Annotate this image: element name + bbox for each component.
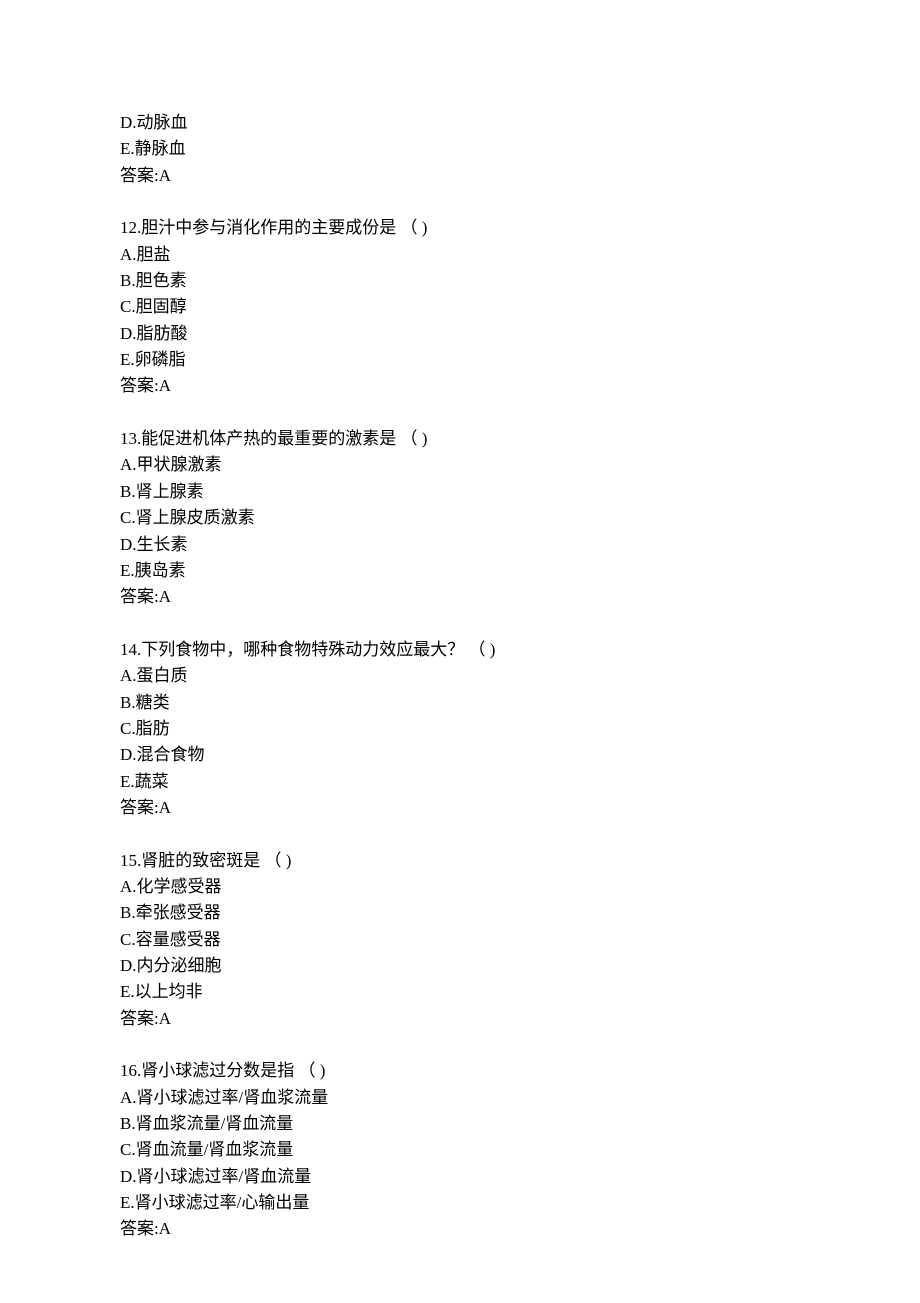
text-line: E.静脉血 <box>120 136 800 162</box>
text-line: 16.肾小球滤过分数是指 （ ) <box>120 1058 800 1084</box>
text-line: A.甲状腺激素 <box>120 452 800 478</box>
text-line: A.蛋白质 <box>120 663 800 689</box>
text-line: A.胆盐 <box>120 242 800 268</box>
text-line: B.牵张感受器 <box>120 900 800 926</box>
text-line <box>120 400 800 426</box>
text-line: D.内分泌细胞 <box>120 953 800 979</box>
text-line: D.肾小球滤过率/肾血流量 <box>120 1164 800 1190</box>
text-line: 答案:A <box>120 1006 800 1032</box>
text-line <box>120 189 800 215</box>
text-line: C.容量感受器 <box>120 927 800 953</box>
text-line: 14.下列食物中，哪种食物特殊动力效应最大？ （ ) <box>120 637 800 663</box>
text-line: E.以上均非 <box>120 979 800 1005</box>
text-line <box>120 821 800 847</box>
text-line: 12.胆汁中参与消化作用的主要成份是 （ ) <box>120 215 800 241</box>
text-line: 答案:A <box>120 373 800 399</box>
text-line: B.胆色素 <box>120 268 800 294</box>
text-line: E.卵磷脂 <box>120 347 800 373</box>
text-line <box>120 611 800 637</box>
content-body: D.动脉血E.静脉血答案:A 12.胆汁中参与消化作用的主要成份是 （ )A.胆… <box>120 110 800 1243</box>
text-line: A.化学感受器 <box>120 874 800 900</box>
text-line: C.胆固醇 <box>120 294 800 320</box>
text-line: B.肾上腺素 <box>120 479 800 505</box>
text-line: D.混合食物 <box>120 742 800 768</box>
text-line: C.肾上腺皮质激素 <box>120 505 800 531</box>
text-line: B.肾血浆流量/肾血流量 <box>120 1111 800 1137</box>
text-line: D.动脉血 <box>120 110 800 136</box>
text-line: A.肾小球滤过率/肾血浆流量 <box>120 1085 800 1111</box>
text-line: D.生长素 <box>120 532 800 558</box>
text-line: E.蔬菜 <box>120 769 800 795</box>
text-line: 15.肾脏的致密斑是 （ ) <box>120 848 800 874</box>
text-line: E.肾小球滤过率/心输出量 <box>120 1190 800 1216</box>
text-line: C.脂肪 <box>120 716 800 742</box>
text-line <box>120 1032 800 1058</box>
text-line: C.肾血流量/肾血浆流量 <box>120 1137 800 1163</box>
text-line: 答案:A <box>120 163 800 189</box>
text-line: E.胰岛素 <box>120 558 800 584</box>
text-line: 13.能促进机体产热的最重要的激素是 （ ) <box>120 426 800 452</box>
document-page: D.动脉血E.静脉血答案:A 12.胆汁中参与消化作用的主要成份是 （ )A.胆… <box>0 0 920 1303</box>
text-line: 答案:A <box>120 795 800 821</box>
text-line: B.糖类 <box>120 690 800 716</box>
text-line: 答案:A <box>120 1216 800 1242</box>
text-line: 答案:A <box>120 584 800 610</box>
text-line: D.脂肪酸 <box>120 321 800 347</box>
